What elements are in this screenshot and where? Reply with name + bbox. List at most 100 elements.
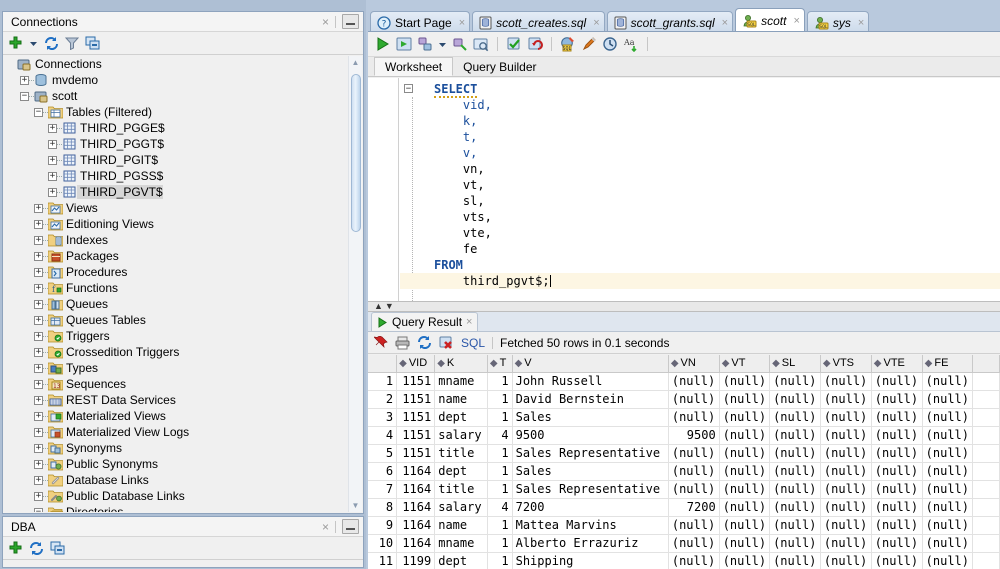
cell-fe[interactable]: (null) [922,480,974,499]
explain-plan-icon[interactable] [417,36,433,52]
code-line[interactable]: fe [400,241,1000,257]
code-line[interactable]: t, [400,129,1000,145]
cell-t[interactable]: 4 [487,426,513,445]
table-row[interactable]: 2 1151 name 1 David Bernstein (null) (null) (nu… [368,390,1000,409]
cell-vt[interactable]: (null) [719,390,771,409]
cell-vid[interactable]: 1151 [396,372,436,391]
tree-expander[interactable]: + [34,363,43,373]
cell-fe[interactable]: (null) [922,426,974,445]
scrollbar-thumb[interactable] [351,74,361,232]
format-icon[interactable]: Aa [623,36,639,52]
close-icon[interactable]: × [316,15,335,29]
tree-expander[interactable]: + [34,379,43,389]
cell-vte[interactable]: (null) [871,390,923,409]
table-row[interactable]: 8 1164 salary 4 7200 7200 (null) (null) (null) (n… [368,498,1000,517]
cell-vts[interactable]: (null) [820,498,872,517]
tree-expander[interactable]: + [48,123,57,133]
cell-vt[interactable]: (null) [719,462,771,481]
cell-vn[interactable]: (null) [668,444,720,463]
worksheet-tab-worksheet[interactable]: Worksheet [374,57,454,76]
cell-v[interactable]: Sales Representative [512,480,669,499]
code-line[interactable]: vts, [400,209,1000,225]
connections-tree[interactable]: Connections + mvdemo − scott − Tables (Filtere… [4,56,348,512]
splitter-up-arrow-icon[interactable]: ▲ [374,302,383,311]
cell-fe[interactable]: (null) [922,498,974,517]
code-line[interactable]: vte, [400,225,1000,241]
cell-vid[interactable]: 1151 [396,408,436,427]
column-header-v[interactable]: ◆ V [512,355,669,373]
cell-fe[interactable]: (null) [922,516,974,535]
cell-vts[interactable]: (null) [820,426,872,445]
cell-vid[interactable]: 1164 [396,480,436,499]
table-row[interactable]: 5 1151 title 1 Sales Representative (null) (nu… [368,444,1000,463]
cell-vt[interactable]: (null) [719,480,771,499]
cell-k[interactable]: title [434,444,488,463]
code-line[interactable]: vn, [400,161,1000,177]
connections-tree-scrollbar[interactable]: ▲ ▼ [348,56,362,512]
worksheet-tab-query-builder[interactable]: Query Builder [453,57,546,76]
cell-vts[interactable]: (null) [820,408,872,427]
tree-item-views[interactable]: + Views [4,200,348,216]
cell-fe[interactable]: (null) [922,444,974,463]
cell-sl[interactable]: (null) [769,498,821,517]
cell-vn[interactable]: 7200 [668,498,720,517]
tree-item-tables-filtered[interactable]: − Tables (Filtered) [4,104,348,120]
collapse-all-icon[interactable] [50,541,65,555]
tree-item-rest-data-services[interactable]: + REST Data Services [4,392,348,408]
cell-fe[interactable]: (null) [922,552,974,569]
close-icon[interactable]: × [316,520,335,534]
column-header-vt[interactable]: ◆ VT [719,355,771,373]
cell-vte[interactable]: (null) [871,372,923,391]
cell-vte[interactable]: (null) [871,444,923,463]
column-header-k[interactable]: ◆ K [434,355,488,373]
cell-vid[interactable]: 1151 [396,444,436,463]
cell-v[interactable]: 7200 [512,498,669,517]
code-line[interactable]: vt, [400,177,1000,193]
autotrace-icon[interactable] [452,36,468,52]
cell-k[interactable]: salary [434,498,488,517]
cell-k[interactable]: name [434,516,488,535]
close-icon[interactable]: × [793,15,799,27]
compile-icon[interactable]: SQL [560,36,576,52]
cell-t[interactable]: 1 [487,516,513,535]
tree-expander[interactable]: + [34,475,43,485]
cell-sl[interactable]: (null) [769,534,821,553]
cell-fe[interactable]: (null) [922,534,974,553]
cell-vte[interactable]: (null) [871,552,923,569]
cell-v[interactable]: Shipping [512,552,669,569]
tree-item-editioning-views[interactable]: + Editioning Views [4,216,348,232]
cell-vid[interactable]: 1151 [396,426,436,445]
cell-fe[interactable]: (null) [922,408,974,427]
cell-vt[interactable]: (null) [719,426,771,445]
code-fold-toggle[interactable]: − [404,84,413,94]
close-icon[interactable]: × [466,316,472,328]
tree-item-queues-tables[interactable]: + Queues Tables [4,312,348,328]
table-row[interactable]: 6 1164 dept 1 Sales (null) (null) (null) (null)(… [368,462,1000,481]
editor-tab-scott-creates-sql[interactable]: scott_creates.sql × [472,11,605,33]
tree-expander[interactable]: + [48,171,57,181]
table-row[interactable]: 7 1164 title 1 Sales Representative (null) (nu… [368,480,1000,499]
editor-tab-start-page[interactable]: ? Start Page × [370,11,471,33]
cell-fe[interactable]: (null) [922,372,974,391]
code-line[interactable]: vid, [400,97,1000,113]
cell-k[interactable]: dept [434,408,488,427]
cell-vte[interactable]: (null) [871,480,923,499]
cell-vid[interactable]: 1164 [396,534,436,553]
sql-editor[interactable]: − SELECT vid, k, t, v, vn, vt, sl, vts, v… [368,78,1000,301]
cell-vt[interactable]: (null) [719,552,771,569]
tree-expander[interactable]: + [48,155,57,165]
run-script-icon[interactable] [396,36,412,52]
cell-vts[interactable]: (null) [820,534,872,553]
cell-sl[interactable]: (null) [769,426,821,445]
tree-item-mvdemo[interactable]: + mvdemo [4,72,348,88]
scroll-down-arrow-icon[interactable]: ▼ [349,499,362,512]
tree-item-public-database-links[interactable]: + Public Database Links [4,488,348,504]
close-icon[interactable]: × [459,17,465,29]
add-connection-icon[interactable] [8,36,23,51]
cell-vts[interactable]: (null) [820,552,872,569]
tree-expander[interactable]: + [48,187,57,197]
scroll-up-arrow-icon[interactable]: ▲ [349,56,362,69]
cell-t[interactable]: 1 [487,552,513,569]
code-line[interactable]: FROM [400,257,1000,273]
tree-expander[interactable]: + [34,427,43,437]
